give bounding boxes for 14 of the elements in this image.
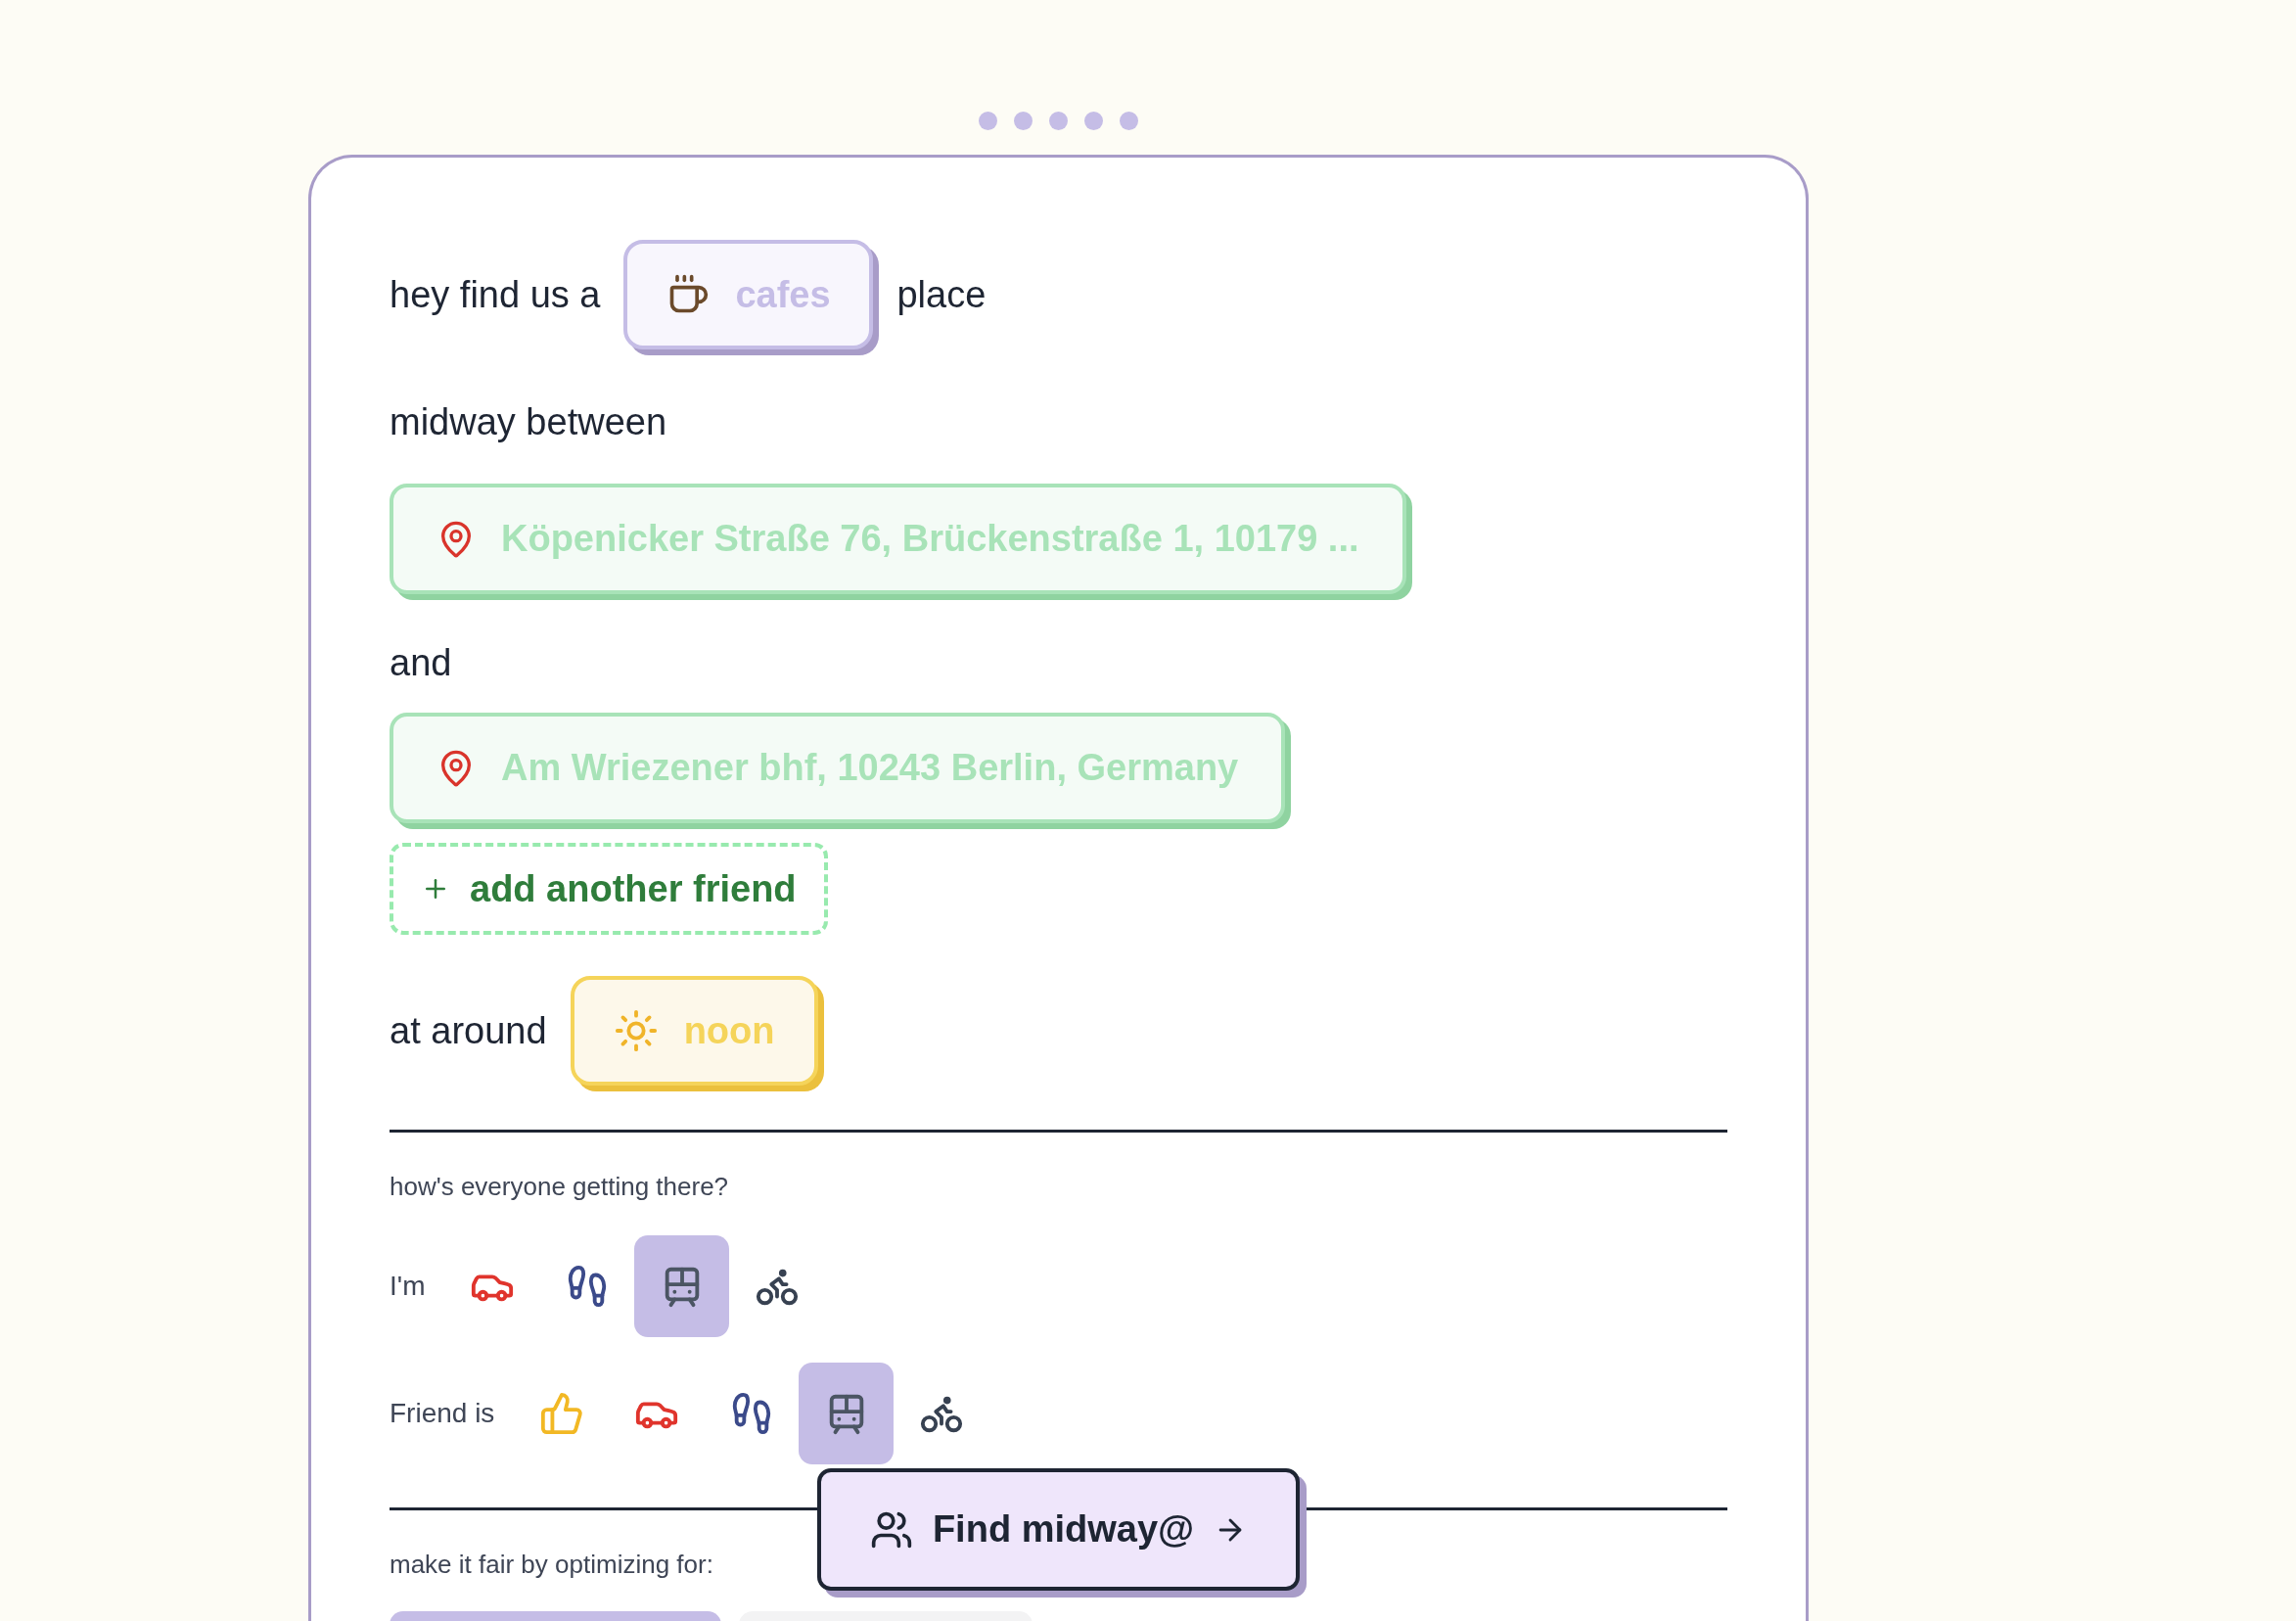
traveler-label: Friend is	[390, 1397, 495, 1430]
prompt-text: place	[896, 272, 987, 317]
section-label: make it fair by optimizing for:	[390, 1549, 714, 1581]
traveler-label: I'm	[390, 1270, 426, 1303]
section-label: how's everyone getting there?	[390, 1171, 730, 1203]
prompt-text: and	[390, 641, 453, 685]
prompt-text: at around	[390, 1008, 547, 1053]
thumbs-up-icon	[538, 1391, 584, 1436]
add-friend-button[interactable]: add another friend	[390, 843, 828, 935]
prompt-text: midway between	[390, 400, 668, 444]
travel-mode-button[interactable]	[634, 1235, 730, 1337]
sun-icon	[613, 1008, 659, 1053]
prompt-text: hey find us a	[390, 272, 601, 317]
travel-mode-button[interactable]	[799, 1363, 895, 1464]
